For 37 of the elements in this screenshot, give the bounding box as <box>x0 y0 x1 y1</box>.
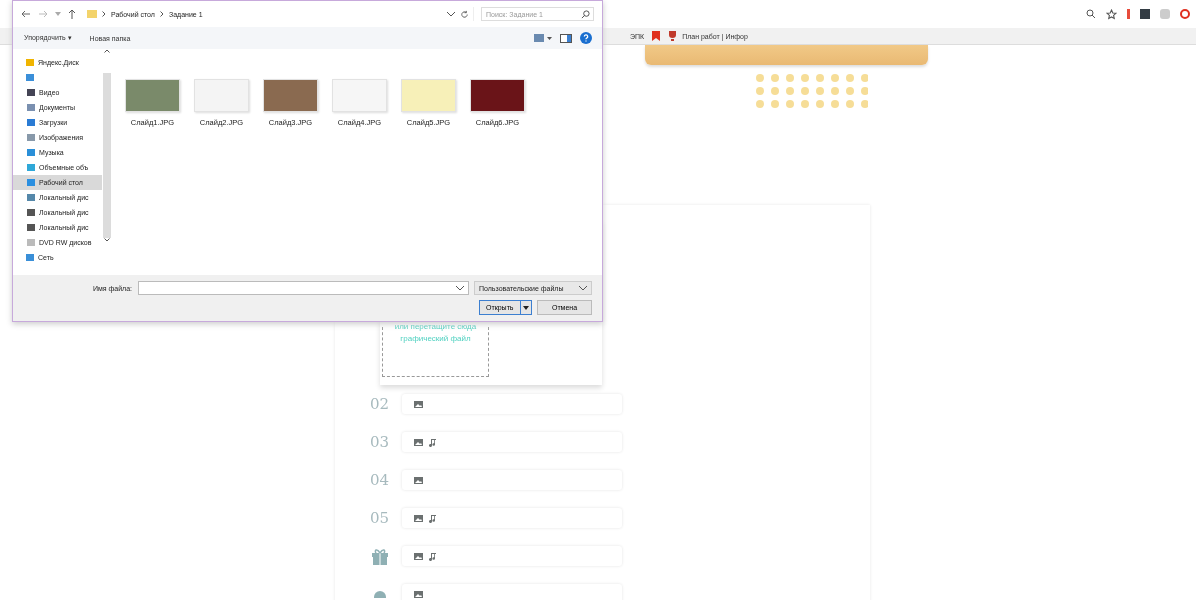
image-icon[interactable] <box>414 552 423 560</box>
refresh-icon[interactable] <box>460 9 469 19</box>
chevron-icon <box>102 11 106 17</box>
scrollbar-thumb[interactable] <box>102 73 111 238</box>
up-arrow-icon[interactable] <box>68 9 76 19</box>
filename-field[interactable] <box>138 281 469 295</box>
question-number: 05 <box>369 509 390 527</box>
image-icon[interactable] <box>414 438 423 446</box>
dropdown-caret-icon[interactable] <box>520 300 531 315</box>
chevron-icon <box>159 11 164 17</box>
dropdown-caret-icon[interactable] <box>456 285 464 291</box>
question-number: 02 <box>369 395 390 413</box>
bookmark-icon[interactable] <box>652 31 661 41</box>
scroll-down-icon[interactable] <box>103 238 110 242</box>
preview-pane-icon[interactable] <box>560 33 572 43</box>
music-icon[interactable] <box>428 437 436 447</box>
dropdown-caret-icon <box>579 285 587 291</box>
music-icon[interactable] <box>428 551 436 561</box>
music-icon[interactable] <box>428 513 436 523</box>
question-number: 04 <box>369 471 390 489</box>
gift-icon <box>370 547 389 565</box>
pin-icon <box>372 590 387 598</box>
folder-icon <box>87 10 97 18</box>
image-icon[interactable] <box>414 476 423 484</box>
image-icon[interactable] <box>414 514 423 522</box>
help-icon[interactable] <box>580 32 592 44</box>
image-icon[interactable] <box>414 590 423 598</box>
image-icon[interactable] <box>414 400 423 408</box>
zoom-icon[interactable] <box>1086 9 1096 19</box>
back-arrow-icon[interactable] <box>21 10 31 18</box>
view-options-icon[interactable] <box>534 34 552 42</box>
question-number: 03 <box>369 433 390 451</box>
dropdown-caret-icon[interactable] <box>447 11 455 17</box>
trophy-icon <box>668 31 678 41</box>
search-icon <box>581 9 590 19</box>
scroll-up-icon[interactable] <box>103 49 110 53</box>
star-icon[interactable] <box>1106 8 1117 20</box>
